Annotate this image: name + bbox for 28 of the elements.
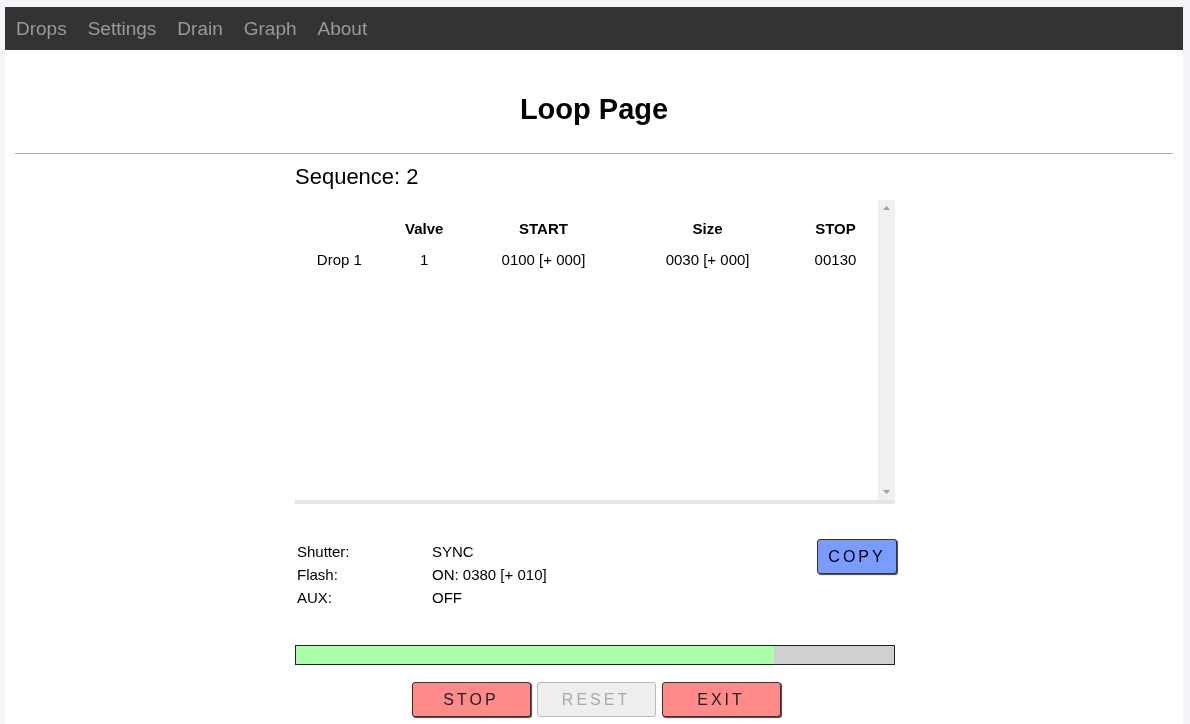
column-header: Size — [692, 220, 723, 237]
column-header: START — [519, 220, 568, 237]
table-cell: 00130 — [814, 251, 857, 268]
info-value: ON: 0380 [+ 010] — [432, 566, 547, 583]
column-header: Valve — [405, 220, 444, 237]
nav-link[interactable]: Drops — [16, 17, 67, 40]
action-button[interactable]: STOP — [411, 682, 531, 717]
nav-link[interactable]: Graph — [243, 17, 297, 40]
nav-link[interactable]: About — [317, 17, 368, 40]
table-cell: 0100 [+ 000] — [501, 251, 586, 268]
nav-link[interactable]: Settings — [87, 17, 157, 40]
info-value: OFF — [432, 589, 462, 606]
scroll-up-icon[interactable] — [883, 206, 890, 210]
table-cell: 0030 [+ 000] — [665, 251, 750, 268]
scroll-down-icon[interactable] — [883, 490, 890, 494]
info-label: AUX: — [297, 589, 332, 606]
info-value: SYNC — [432, 543, 474, 560]
info-label: Flash: — [297, 566, 338, 583]
info-label: Shutter: — [297, 543, 350, 560]
table-cell: 1 — [420, 251, 429, 268]
copy-button[interactable]: COPY — [817, 539, 897, 574]
sequence-label: Sequence: 2 — [295, 164, 419, 190]
scrollbar[interactable] — [878, 200, 895, 500]
page-title: Loop Page — [518, 92, 670, 127]
table-cell: Drop 1 — [316, 251, 362, 268]
action-button[interactable]: EXIT — [661, 682, 781, 717]
column-header: STOP — [815, 220, 856, 237]
nav-link[interactable]: Drain — [177, 17, 223, 40]
